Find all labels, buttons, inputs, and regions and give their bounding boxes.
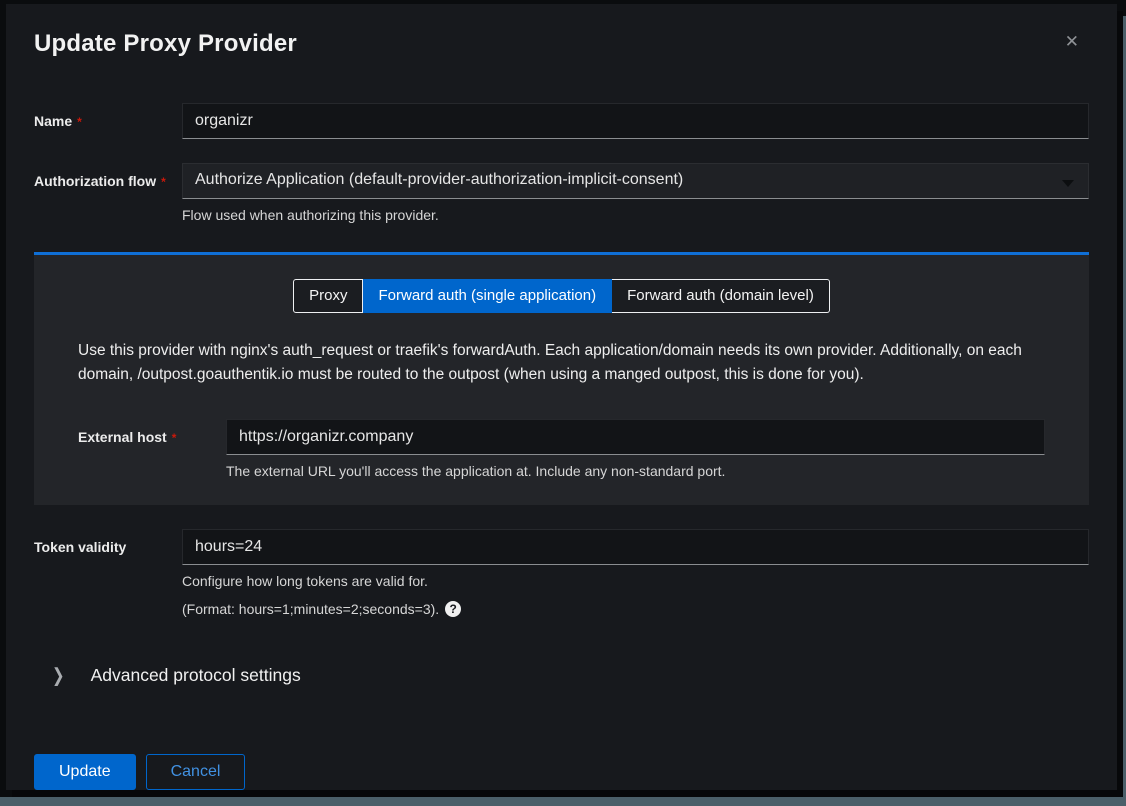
name-label-text: Name xyxy=(34,113,72,129)
token-validity-row: Token validity Configure how long tokens… xyxy=(34,529,1089,619)
mode-description: Use this provider with nginx's auth_requ… xyxy=(78,339,1045,387)
update-button[interactable]: Update xyxy=(34,754,136,790)
external-host-row: External host * The external URL you'll a… xyxy=(56,419,1067,481)
modal-footer: Update Cancel xyxy=(34,754,1089,790)
token-validity-help-line1: Configure how long tokens are valid for. xyxy=(182,572,1089,591)
update-proxy-provider-modal: Update Proxy Provider ✕ Name * Authorizat… xyxy=(6,4,1117,790)
required-asterisk: * xyxy=(172,431,177,445)
name-label-col: Name * xyxy=(34,103,182,131)
authorization-flow-select[interactable]: Authorize Application (default-provider-… xyxy=(182,163,1089,199)
modal-header: Update Proxy Provider ✕ xyxy=(6,4,1117,58)
external-host-help: The external URL you'll access the appli… xyxy=(226,462,1045,481)
authorization-flow-input-col: Authorize Application (default-provider-… xyxy=(182,163,1089,225)
authorization-flow-selected-value: Authorize Application (default-provider-… xyxy=(195,171,683,188)
advanced-protocol-settings-label: Advanced protocol settings xyxy=(91,665,301,686)
required-asterisk: * xyxy=(161,175,166,189)
page-background-edge-right xyxy=(1117,16,1126,806)
caret-down-icon xyxy=(1062,180,1074,187)
provider-form: Name * Authorization flow * Authorize Appl… xyxy=(6,103,1117,790)
authorization-flow-label: Authorization flow * xyxy=(34,173,166,189)
external-host-label-col: External host * xyxy=(78,419,226,447)
external-host-input[interactable] xyxy=(226,419,1045,455)
close-icon[interactable]: ✕ xyxy=(1065,34,1079,51)
page-background-edge-bottom xyxy=(0,797,1126,806)
mode-tab-forward-auth-single[interactable]: Forward auth (single application) xyxy=(363,279,612,313)
authorization-flow-label-text: Authorization flow xyxy=(34,173,156,189)
modal-title: Update Proxy Provider xyxy=(34,30,1089,58)
mode-toggle-row: Proxy Forward auth (single application) … xyxy=(56,279,1067,313)
token-validity-input[interactable] xyxy=(182,529,1089,565)
help-question-icon[interactable]: ? xyxy=(445,601,461,617)
external-host-input-col: The external URL you'll access the appli… xyxy=(226,419,1045,481)
proxy-mode-card: Proxy Forward auth (single application) … xyxy=(34,252,1089,505)
authorization-flow-row: Authorization flow * Authorize Applicatio… xyxy=(34,163,1089,225)
external-host-label-text: External host xyxy=(78,429,167,445)
required-asterisk: * xyxy=(77,115,82,129)
authorization-flow-label-col: Authorization flow * xyxy=(34,163,182,191)
authorization-flow-help: Flow used when authorizing this provider… xyxy=(182,206,1089,225)
name-row: Name * xyxy=(34,103,1089,139)
cancel-button[interactable]: Cancel xyxy=(146,754,246,790)
chevron-right-icon: ❯ xyxy=(52,664,65,687)
token-validity-label: Token validity xyxy=(34,539,126,555)
token-validity-format-text: (Format: hours=1;minutes=2;seconds=3). xyxy=(182,600,439,619)
mode-toggle-group: Proxy Forward auth (single application) … xyxy=(293,279,830,313)
name-input-col xyxy=(182,103,1089,139)
advanced-protocol-settings-expander[interactable]: ❯ Advanced protocol settings xyxy=(34,665,1089,686)
token-validity-help-line2: (Format: hours=1;minutes=2;seconds=3). ? xyxy=(182,600,1089,619)
name-input[interactable] xyxy=(182,103,1089,139)
token-validity-label-col: Token validity xyxy=(34,529,182,557)
mode-tab-proxy[interactable]: Proxy xyxy=(293,279,363,313)
token-validity-input-col: Configure how long tokens are valid for.… xyxy=(182,529,1089,619)
mode-tab-forward-auth-domain[interactable]: Forward auth (domain level) xyxy=(612,279,830,313)
external-host-label: External host * xyxy=(78,429,176,445)
name-label: Name * xyxy=(34,113,82,129)
